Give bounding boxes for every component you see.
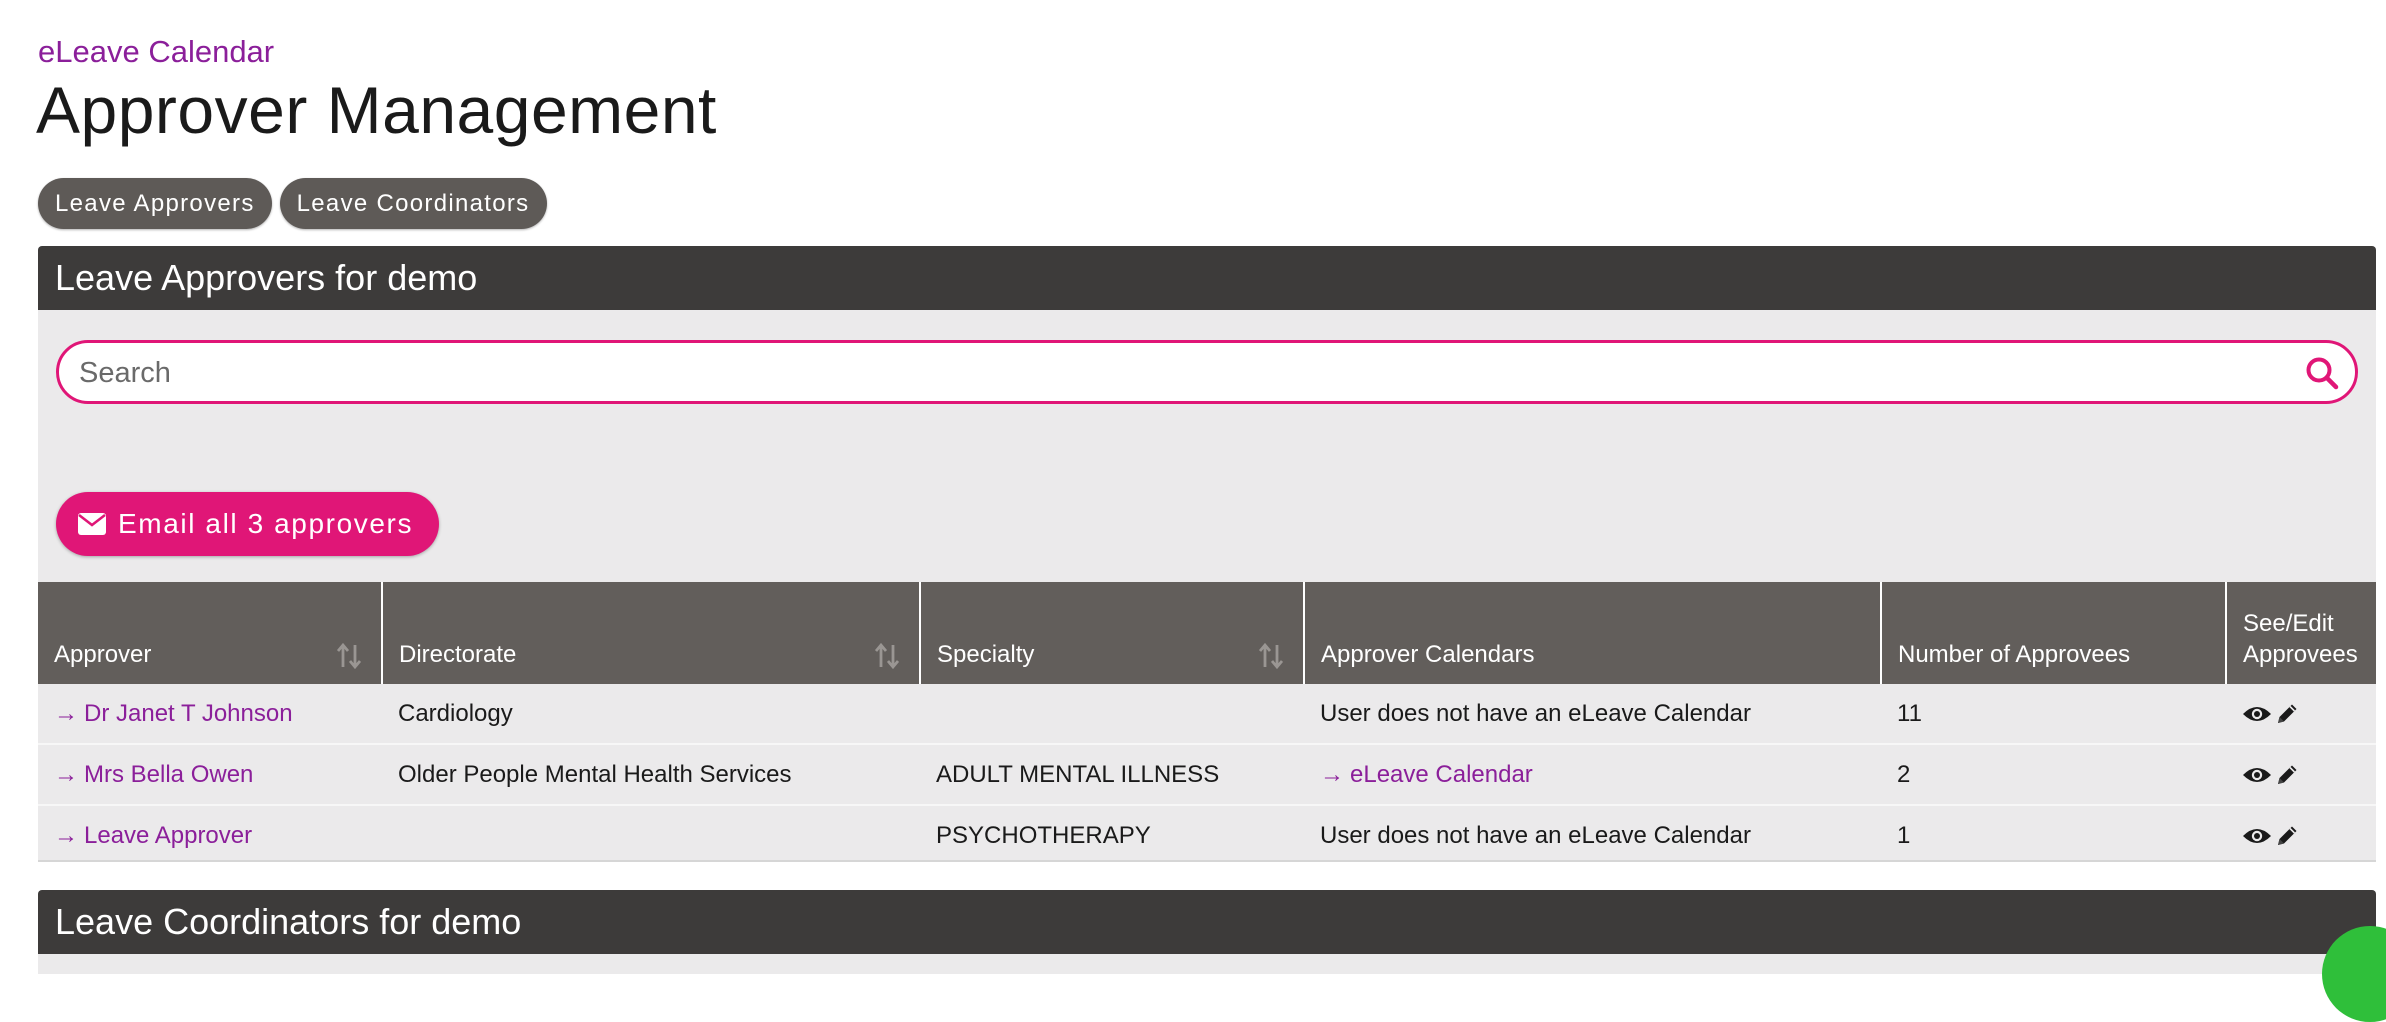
column-header-directorate[interactable]: Directorate (382, 582, 921, 684)
breadcrumb-eleave-calendar[interactable]: eLeave Calendar (38, 34, 274, 70)
approver-link[interactable]: → Dr Janet T Johnson (54, 700, 293, 727)
cell-number-of-approvees: 1 (1897, 821, 1911, 849)
calendar-link[interactable]: → eLeave Calendar (1320, 761, 1533, 788)
approver-link[interactable]: → Leave Approver (54, 822, 252, 849)
search-box (56, 340, 2358, 404)
cell-see-edit-approvees (2226, 744, 2376, 806)
sort-icon[interactable] (1255, 640, 1287, 672)
arrow-right-icon: → (54, 699, 78, 727)
column-label: Number of Approvees (1898, 641, 2131, 668)
coordinators-panel-title: Leave Coordinators for demo (38, 890, 2376, 954)
cell-approver-calendar: User does not have an eLeave Calendar (1304, 684, 1881, 745)
column-label: Specialty (937, 641, 1035, 668)
arrow-right-icon: → (54, 821, 78, 849)
cell-specialty: ADULT MENTAL ILLNESS (920, 744, 1304, 806)
column-header-approver-calendars: Approver Calendars (1304, 582, 1882, 684)
cell-approver: → Dr Janet T Johnson (38, 684, 382, 745)
approvers-table: Approver Directorate Specialty Approver … (38, 582, 2376, 865)
pencil-icon[interactable] (2274, 762, 2300, 788)
approver-name: Dr Janet T Johnson (84, 699, 293, 727)
see-edit-approvees-button[interactable] (2242, 762, 2300, 788)
eye-icon[interactable] (2242, 826, 2272, 846)
approver-name: Leave Approver (84, 821, 253, 849)
cell-number-of-approvees: 2 (1881, 744, 2226, 806)
approver-link[interactable]: → Mrs Bella Owen (54, 761, 253, 788)
approver-name: Mrs Bella Owen (84, 760, 254, 788)
search-icon[interactable] (2305, 356, 2339, 390)
eye-icon[interactable] (2242, 704, 2272, 724)
arrow-right-icon: → (54, 760, 78, 788)
section-divider (38, 860, 2376, 862)
cell-approver: → Leave Approver (38, 805, 382, 865)
cell-directorate: Older People Mental Health Services (382, 744, 920, 806)
cell-approver: → Mrs Bella Owen (38, 744, 382, 806)
cell-number-of-approvees: 11 (1881, 684, 2226, 745)
eye-icon[interactable] (2242, 765, 2272, 785)
see-edit-approvees-button[interactable] (2242, 823, 2300, 849)
tab-leave-coordinators[interactable]: Leave Coordinators (279, 178, 547, 229)
column-header-specialty[interactable]: Specialty (920, 582, 1305, 684)
column-header-approver[interactable]: Approver (38, 582, 383, 684)
cell-directorate (382, 805, 920, 865)
sort-icon[interactable] (871, 640, 903, 672)
column-header-see-edit-approvees: See/Edit Approvees (2226, 582, 2376, 684)
approvers-panel-body: Email all 3 approvers Approver (38, 310, 2376, 862)
approvers-panel-title: Leave Approvers for demo (38, 246, 2376, 310)
column-label: See/Edit Approvees (2243, 610, 2358, 668)
coordinators-panel: Leave Coordinators for demo (38, 890, 2376, 974)
email-all-approvers-label: Email all 3 approvers (118, 508, 414, 539)
coordinators-panel-body (38, 954, 2376, 974)
tab-bar: Leave Approvers Leave Coordinators (38, 178, 547, 229)
cell-specialty (920, 684, 1304, 745)
table-header-row: Approver Directorate Specialty Approver … (38, 582, 2376, 684)
search-input[interactable] (77, 343, 2281, 403)
cell-see-edit-approvees (2226, 805, 2376, 865)
pencil-icon[interactable] (2274, 823, 2300, 849)
table-row: → Leave Approver PSYCHOTHERAPY User does no… (38, 805, 2376, 865)
email-all-approvers-button[interactable]: Email all 3 approvers (56, 492, 440, 556)
page-title: Approver Management (36, 73, 717, 147)
approvers-panel: Leave Approvers for demo Email all 3 app… (38, 246, 2376, 862)
envelope-icon (78, 513, 106, 535)
cell-approver-calendar: → eLeave Calendar (1304, 744, 1881, 806)
calendar-link-label: eLeave Calendar (1350, 760, 1533, 788)
cell-directorate: Cardiology (382, 684, 920, 745)
column-label: Directorate (399, 641, 517, 668)
column-header-number-of-approvees: Number of Approvees (1881, 582, 2227, 684)
table-row: → Mrs Bella Owen Older People Mental Healt… (38, 744, 2376, 806)
cell-see-edit-approvees (2226, 684, 2376, 745)
see-edit-approvees-button[interactable] (2242, 701, 2300, 727)
table-row: → Dr Janet T Johnson Cardiology User does n… (38, 684, 2376, 745)
cell-approver-calendar: User does not have an eLeave Calendar (1320, 821, 1751, 849)
cell-specialty: PSYCHOTHERAPY (936, 821, 1151, 849)
arrow-right-icon: → (1320, 760, 1344, 788)
pencil-icon[interactable] (2274, 701, 2300, 727)
tab-leave-approvers[interactable]: Leave Approvers (38, 178, 272, 229)
column-label: Approver Calendars (1321, 641, 1535, 668)
column-label: Approver (54, 641, 152, 668)
approvers-table-body: → Dr Janet T Johnson Cardiology User does n… (38, 684, 2376, 865)
sort-icon[interactable] (333, 640, 365, 672)
